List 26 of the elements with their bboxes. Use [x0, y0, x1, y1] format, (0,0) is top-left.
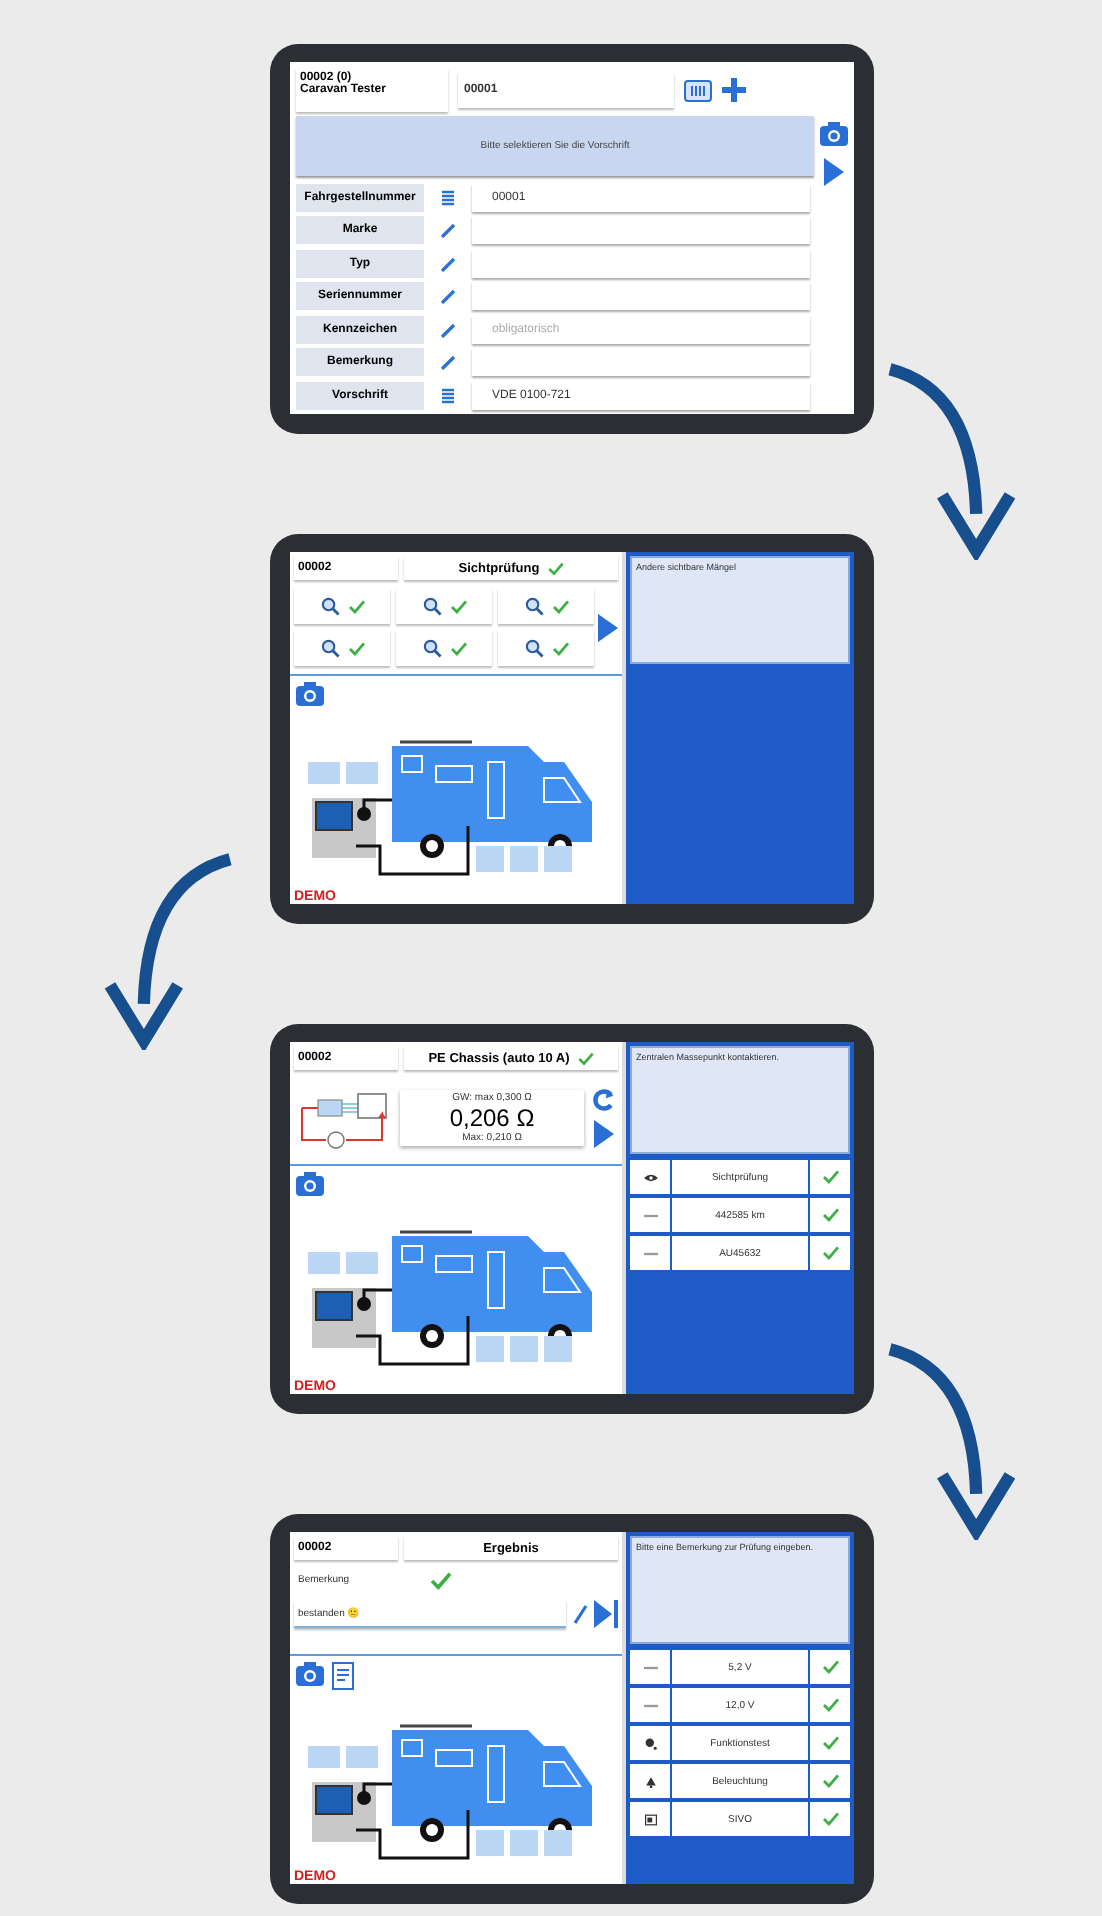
magnifier-icon: [523, 638, 543, 658]
lamp-icon: [643, 1775, 657, 1787]
camera-icon[interactable]: [820, 122, 848, 146]
magnifier-icon: [319, 596, 339, 616]
play-icon[interactable]: [598, 613, 618, 641]
skip-to-end-icon[interactable]: [594, 1600, 618, 1628]
play-icon[interactable]: [824, 158, 844, 186]
camera-icon[interactable]: [296, 1662, 324, 1686]
list-icon[interactable]: [440, 387, 456, 404]
magnifier-icon: [319, 638, 339, 658]
camera-icon[interactable]: [296, 1172, 324, 1196]
device-icon: [643, 1813, 657, 1825]
camera-icon[interactable]: [296, 682, 324, 706]
pencil-icon[interactable]: [572, 1604, 588, 1624]
eye-icon: [643, 1171, 657, 1183]
refresh-icon[interactable]: [592, 1087, 616, 1111]
add-icon[interactable]: [722, 78, 746, 102]
document-icon[interactable]: [332, 1662, 354, 1690]
magnifier-icon: [421, 638, 441, 658]
sensor-icon: [643, 1737, 657, 1749]
measured-value: 0,206 Ω: [449, 1103, 535, 1131]
magnifier-icon: [523, 596, 543, 616]
play-icon[interactable]: [594, 1119, 614, 1147]
magnifier-icon: [421, 596, 441, 616]
barcode-scan-icon[interactable]: [684, 79, 712, 101]
list-icon[interactable]: [440, 189, 456, 206]
